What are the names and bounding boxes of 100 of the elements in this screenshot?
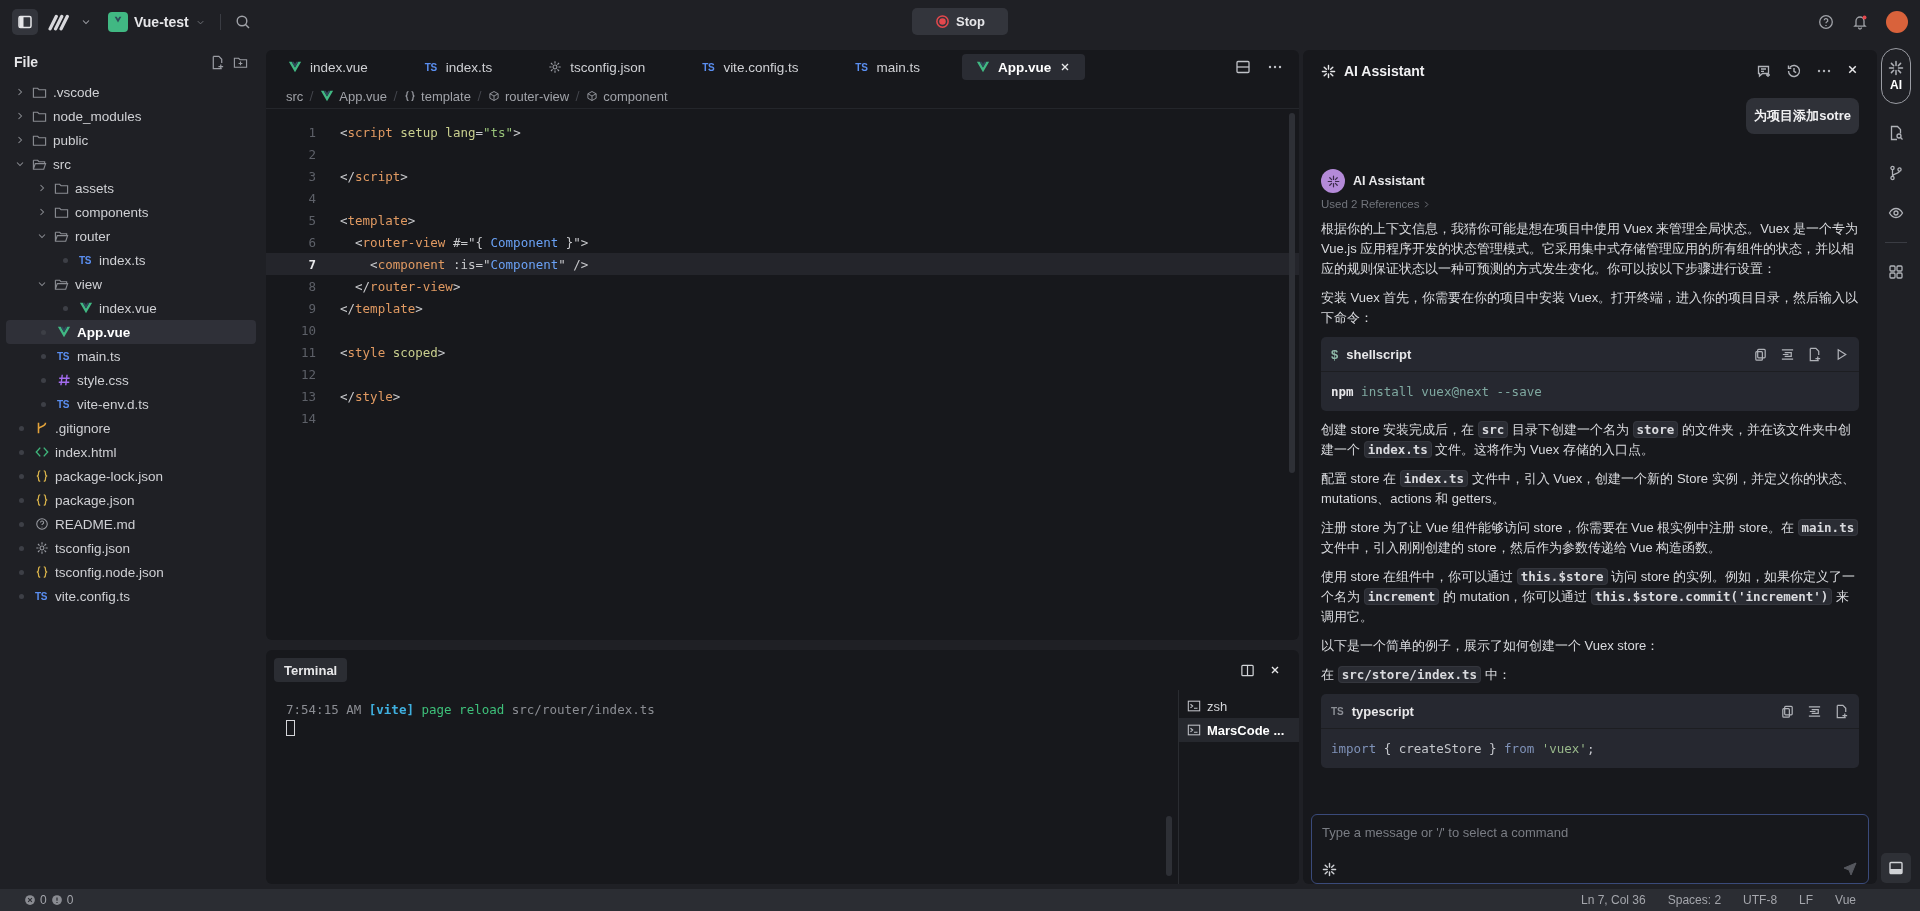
status-item[interactable]: UTF-8 — [1743, 893, 1778, 907]
folder-item[interactable]: node_modules — [6, 104, 256, 128]
editor-tab[interactable]: index.vue — [274, 54, 382, 80]
file-item[interactable]: index.html — [6, 440, 256, 464]
status-item[interactable]: Vue — [1835, 893, 1856, 907]
folder-item[interactable]: router — [6, 224, 256, 248]
braces-icon — [35, 469, 49, 483]
file-item[interactable]: TS vite-env.d.ts — [6, 392, 256, 416]
editor-tab[interactable]: TS index.ts — [409, 54, 507, 80]
gear-icon — [548, 60, 563, 74]
cube-icon — [487, 90, 500, 102]
breadcrumb[interactable]: App.vue — [320, 88, 388, 104]
typescript-icon: TS — [79, 254, 93, 266]
terminal-session[interactable]: zsh — [1179, 694, 1299, 718]
warning-count[interactable]: 0 — [66, 893, 74, 907]
new-chat-icon — [1756, 63, 1772, 79]
insert-icon — [1807, 703, 1822, 719]
error-count[interactable]: 0 — [40, 893, 47, 907]
scrollbar[interactable] — [1289, 113, 1295, 473]
folder-item[interactable]: view — [6, 272, 256, 296]
file-item[interactable]: index.vue — [6, 296, 256, 320]
typescript-icon: TS — [854, 61, 869, 73]
panel-toggle-button[interactable] — [1881, 853, 1911, 883]
line-number: 13 — [299, 388, 316, 404]
folder-item[interactable]: assets — [6, 176, 256, 200]
sparkle-icon — [1888, 60, 1904, 76]
terminal-session[interactable]: MarsCode ... — [1179, 718, 1299, 742]
split-icon — [1240, 662, 1255, 678]
message-paragraph: 使用 store 在组件中，你可以通过 this.$store 访问 store 的实例。例如，如果你定义了一个名为 increment 的 mutation，你可以通过 this.$store.commit('increment') 来调用它。 — [1321, 567, 1857, 626]
stop-button[interactable]: Stop — [912, 8, 1008, 35]
folder-item[interactable]: components — [6, 200, 256, 224]
typescript-icon: TS — [57, 398, 71, 410]
typescript-icon: TS — [35, 590, 49, 602]
new-file-icon — [1834, 703, 1849, 719]
line-number: 11 — [299, 344, 316, 360]
terminal-tab[interactable]: Terminal — [274, 658, 348, 682]
file-item[interactable]: TS index.ts — [6, 248, 256, 272]
status-item[interactable]: Ln 7, Col 36 — [1581, 893, 1646, 907]
message-paragraph: 配置 store 在 index.ts 文件中，引入 Vuex，创建一个新的 Store 实例，并定义你的状态、 mutations、actions 和 getters。 — [1321, 469, 1856, 508]
file-item[interactable]: package.json — [6, 488, 256, 512]
breadcrumb[interactable]: router-view — [487, 88, 570, 104]
breadcrumb[interactable]: src — [286, 88, 304, 104]
user-message: 为项目添加sotre — [1746, 98, 1859, 134]
code-icon — [35, 445, 49, 459]
typescript-icon: TS — [57, 350, 71, 362]
message-composer[interactable]: Type a message or '/' to select a command — [1311, 814, 1869, 884]
slash-icon — [476, 91, 482, 101]
editor-tab[interactable]: TS vite.config.ts — [687, 54, 813, 80]
typescript-icon: TS — [701, 61, 716, 73]
terminal-icon — [1187, 699, 1201, 713]
file-item[interactable]: TS main.ts — [6, 344, 256, 368]
project-selector[interactable]: Vue-test — [108, 12, 206, 32]
message-input-field[interactable]: Type a message or '/' to select a command — [1322, 821, 1858, 844]
line-number: 4 — [307, 190, 316, 206]
status-item[interactable]: Spaces: 2 — [1667, 893, 1722, 907]
file-item[interactable]: style.css — [6, 368, 256, 392]
status-item[interactable]: LF — [1799, 893, 1814, 907]
editor-tab[interactable]: App.vue — [961, 54, 1086, 80]
file-item[interactable]: tsconfig.json — [6, 536, 256, 560]
file-item[interactable]: tsconfig.node.json — [6, 560, 256, 584]
file-item[interactable]: App.vue — [6, 320, 256, 344]
code-line: </script> — [340, 168, 408, 184]
sidebar-toggle-button[interactable] — [12, 9, 38, 35]
question-icon — [35, 517, 49, 531]
language-label: shellscript — [1346, 346, 1412, 362]
branch-icon — [1888, 165, 1904, 181]
editor-tab[interactable]: tsconfig.json — [534, 54, 660, 80]
code-line: <template> — [340, 212, 416, 228]
code-line: <style scoped> — [340, 344, 446, 360]
avatar[interactable] — [1886, 11, 1908, 33]
terminal-icon — [1187, 723, 1201, 737]
record-icon — [935, 14, 951, 29]
code-line: <component :is="Component" /> — [369, 256, 589, 272]
breadcrumb[interactable]: component — [586, 88, 668, 104]
file-item[interactable]: .gitignore — [6, 416, 256, 440]
references-link[interactable]: Used 2 References — [1321, 198, 1859, 210]
sparkle-icon — [1321, 63, 1336, 79]
file-item[interactable]: README.md — [6, 512, 256, 536]
code-text: import { createStore } from 'vuex'; — [1330, 740, 1596, 758]
sidebar-icon — [17, 14, 33, 30]
breadcrumb[interactable]: template — [404, 88, 471, 104]
file-item[interactable]: package-lock.json — [6, 464, 256, 488]
language-mark: TS — [1331, 705, 1344, 717]
slash-icon — [309, 91, 315, 101]
typescript-icon: TS — [423, 61, 438, 73]
line-number: 8 — [307, 278, 316, 294]
file-item[interactable]: TS vite.config.ts — [6, 584, 256, 608]
scrollbar[interactable] — [1166, 816, 1172, 876]
editor-tab[interactable]: TS main.ts — [840, 54, 934, 80]
language-mark: $ — [1331, 346, 1339, 362]
new-file-icon — [1807, 346, 1822, 362]
folder-item[interactable]: src — [6, 152, 256, 176]
folder-item[interactable]: .vscode — [6, 80, 256, 104]
language-label: typescript — [1351, 703, 1414, 719]
message-paragraph: 以下是一个简单的例子，展示了如何创建一个 Vuex store： — [1321, 637, 1661, 655]
hash-icon — [57, 373, 71, 387]
vue-icon — [320, 89, 335, 103]
folder-item[interactable]: public — [6, 128, 256, 152]
terminal-output: 7:54:15 AM [vite] page reload src/router/index.ts — [286, 702, 656, 717]
braces-icon — [35, 565, 49, 579]
